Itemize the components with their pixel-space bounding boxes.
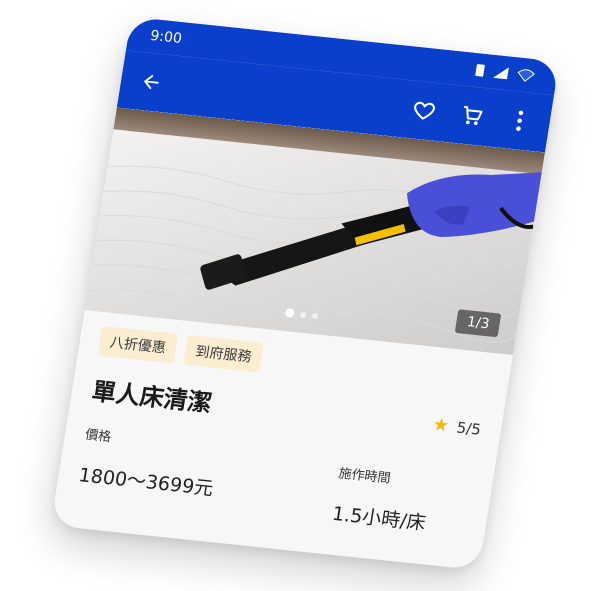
tag-home-service: 到府服務: [183, 334, 264, 373]
more-menu-button[interactable]: [504, 105, 536, 136]
duration-block: 施作時間 1.5小時/床: [330, 451, 435, 536]
product-rating: ★ 5/5: [431, 414, 482, 440]
signal-icon: [493, 67, 509, 80]
tag-discount: 八折優惠: [97, 325, 179, 364]
product-title: 單人床清潔: [89, 377, 214, 418]
heart-outline-icon: [414, 101, 435, 120]
carousel-dot-1[interactable]: [284, 308, 295, 318]
wifi-icon: [517, 69, 535, 82]
shopping-cart-icon: [463, 105, 483, 125]
back-button[interactable]: [135, 67, 167, 98]
carousel-dot-2[interactable]: [299, 311, 307, 318]
status-time: 9:00: [149, 27, 183, 47]
status-icons: [474, 63, 536, 83]
app-bar-actions: [408, 95, 536, 136]
arrow-left-icon: [143, 74, 159, 90]
price-block: 價格 1800～3699元: [75, 424, 221, 513]
more-vert-icon: [516, 110, 524, 131]
product-info: 價格 1800～3699元 施作時間 1.5小時/床: [75, 424, 475, 540]
stage: 9:00 1/3 八折優惠 到府服務 單人床清潔 ★ 5/5 價格 1800～3…: [0, 0, 593, 591]
phone-screen: 9:00 1/3 八折優惠 到府服務 單人床清潔 ★ 5/5 價格 1800～3…: [50, 16, 560, 571]
carousel-page-indicator: 1/3: [455, 309, 502, 338]
price-label: 價格: [83, 427, 113, 446]
price-value: 1800～3699元: [77, 464, 215, 501]
battery-icon: [475, 64, 485, 77]
favorite-button[interactable]: [408, 95, 440, 126]
rating-value: 5/5: [455, 418, 483, 439]
cart-button[interactable]: [456, 100, 488, 131]
duration-label: 施作時間: [337, 466, 392, 487]
carousel-dot-3[interactable]: [311, 312, 319, 319]
star-icon: ★: [431, 414, 451, 437]
duration-value: 1.5小時/床: [330, 502, 428, 535]
